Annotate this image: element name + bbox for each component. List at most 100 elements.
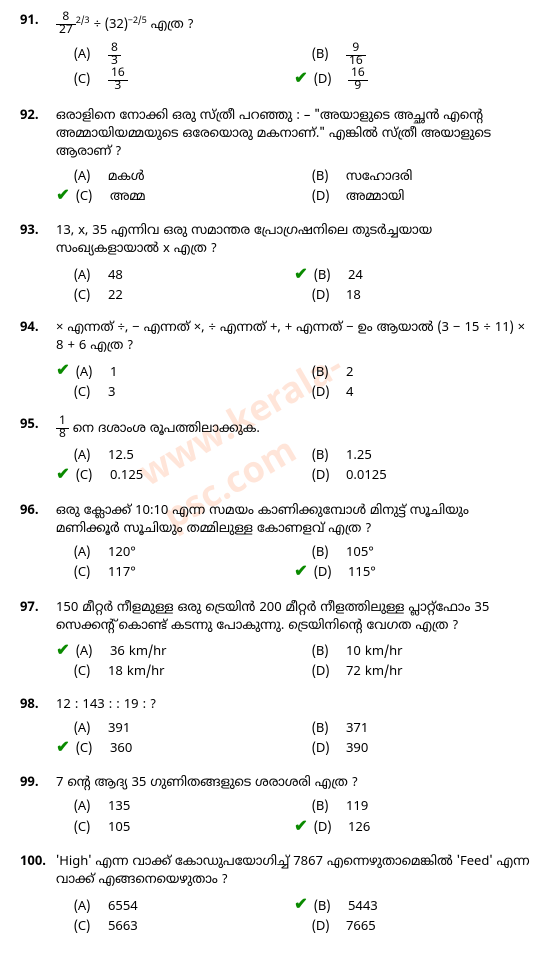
- option-value: 117°: [108, 564, 136, 582]
- option-value: 390: [346, 740, 368, 758]
- options: (A)391(B)371✔(C)360(D)390: [56, 720, 532, 761]
- option-value: 18: [346, 287, 361, 305]
- option-label: (D): [312, 740, 342, 758]
- question: 98.12 : 143 : : 19 : ?(A)391(B)371✔(C)36…: [20, 696, 532, 761]
- question-number: 95.: [20, 416, 46, 434]
- option: ✔(A)1: [56, 361, 294, 383]
- question-text: 'High' എന്ന വാക്ക് കോഡുപയോഗിച്ച് 7867 എന…: [56, 853, 532, 889]
- option-value: 10 km/hr: [346, 643, 403, 661]
- question-number: 97.: [20, 599, 46, 617]
- option-value: 6554: [108, 898, 138, 916]
- options: (A)48✔(B)24(C)22(D)18: [56, 265, 532, 306]
- question-number: 99.: [20, 774, 46, 792]
- question-number: 96.: [20, 502, 46, 520]
- option-label: (C): [74, 71, 104, 89]
- option-label: (B): [314, 267, 344, 285]
- option-value: 4: [346, 384, 353, 402]
- option-label: (D): [312, 918, 342, 936]
- option-value: സഹോദരി: [346, 168, 413, 186]
- option-value: മകൾ: [108, 168, 144, 186]
- question: 91.8272/3 ÷ (32)−2/5 എത്ര ?(A)83(B)916(C…: [20, 12, 532, 93]
- option-label: (A): [74, 46, 104, 64]
- option-label: (B): [312, 544, 342, 562]
- option: (D)18: [294, 287, 532, 305]
- option: (A)48: [56, 265, 294, 287]
- options: ✔(A)1(B)2(C)3(D)4: [56, 361, 532, 402]
- options: (A)135(B)119(C)105✔(D)126: [56, 798, 532, 839]
- question: 97.150 മീറ്റർ നീളമുള്ള ഒരു ട്രെയിൻ 200 മ…: [20, 599, 532, 682]
- correct-tick-icon: ✔: [294, 265, 308, 287]
- option-label: (C): [74, 918, 104, 936]
- option-value: 120°: [108, 544, 136, 562]
- question-text: ഒരു ക്ലോക്ക് 10:10 എന്ന സമയം കാണിക്കുമ്പ…: [56, 502, 532, 538]
- option-label: (B): [312, 168, 342, 186]
- option-value: 12.5: [108, 447, 134, 465]
- question-text: 13, x, 35 എന്നിവ ഒരു സമാന്തര പ്രോഗ്രഷനില…: [56, 222, 532, 258]
- option-value: 5443: [348, 898, 378, 916]
- option-label: (C): [74, 819, 104, 837]
- option: (C)105: [56, 817, 294, 839]
- question-text: 12 : 143 : : 19 : ?: [56, 696, 532, 714]
- option: (B)119: [294, 798, 532, 816]
- option-label: (A): [74, 168, 104, 186]
- question: 96. ഒരു ക്ലോക്ക് 10:10 എന്ന സമയം കാണിക്കു…: [20, 502, 532, 585]
- option: (C)163: [56, 68, 294, 93]
- option-label: (A): [74, 898, 104, 916]
- option-label: (D): [312, 287, 342, 305]
- option-label: (A): [76, 364, 106, 382]
- option-value: 126: [348, 819, 370, 837]
- option-value: 24: [348, 267, 363, 285]
- option: ✔(D)115°: [294, 562, 532, 584]
- option-label: (A): [74, 447, 104, 465]
- option-label: (D): [314, 564, 344, 582]
- options: (A)12.5(B)1.25✔(C)0.125(D)0.0125: [56, 447, 532, 488]
- option-value: 916: [346, 43, 366, 68]
- option-value: 2: [346, 364, 353, 382]
- option-label: (C): [74, 663, 104, 681]
- question-number: 94.: [20, 319, 46, 337]
- option: (B)916: [294, 43, 532, 68]
- option-value: അമ്മ: [110, 188, 146, 206]
- option-label: (C): [76, 740, 106, 758]
- option-value: 119: [346, 798, 368, 816]
- question: 100.'High' എന്ന വാക്ക് കോഡുപയോഗിച്ച് 786…: [20, 853, 532, 936]
- option-label: (C): [76, 467, 106, 485]
- option-value: 72 km/hr: [346, 663, 403, 681]
- option-label: (A): [76, 643, 106, 661]
- option-label: (C): [74, 384, 104, 402]
- option-label: (D): [312, 384, 342, 402]
- correct-tick-icon: ✔: [294, 895, 308, 917]
- option: ✔(C)0.125: [56, 465, 294, 487]
- options: (A)മകൾ(B)സഹോദരി✔(C)അമ്മ(D)അമ്മായി: [56, 168, 532, 209]
- option-label: (A): [74, 720, 104, 738]
- correct-tick-icon: ✔: [56, 738, 70, 760]
- option: (B)സഹോദരി: [294, 168, 532, 186]
- option-value: 135: [108, 798, 130, 816]
- option-label: (A): [74, 544, 104, 562]
- option: (A)120°: [56, 544, 294, 562]
- option-label: (D): [312, 467, 342, 485]
- option-label: (C): [76, 188, 106, 206]
- option-label: (A): [74, 798, 104, 816]
- option: (B)2: [294, 361, 532, 383]
- option-value: 5663: [108, 918, 138, 936]
- option-label: (D): [312, 188, 342, 206]
- question-number: 91.: [20, 12, 46, 30]
- option: ✔(B)5443: [294, 895, 532, 917]
- option: (D)4: [294, 384, 532, 402]
- option-value: 7665: [346, 918, 376, 936]
- option: (A)12.5: [56, 447, 294, 465]
- option-value: 36 km/hr: [110, 643, 167, 661]
- option: (A)83: [56, 43, 294, 68]
- option-label: (B): [312, 798, 342, 816]
- option: (C)5663: [56, 918, 294, 936]
- option: (C)117°: [56, 562, 294, 584]
- question: 99.7 ന്റെ ആദ്യ 35 ഗുണിതങ്ങളുടെ ശരാശരി എത…: [20, 774, 532, 839]
- option-value: 163: [108, 68, 128, 93]
- correct-tick-icon: ✔: [56, 186, 70, 208]
- option-value: 1: [110, 364, 117, 382]
- option: (B)10 km/hr: [294, 641, 532, 663]
- option: (B)1.25: [294, 447, 532, 465]
- option: ✔ (C)അമ്മ: [56, 186, 294, 208]
- option-value: 22: [108, 287, 123, 305]
